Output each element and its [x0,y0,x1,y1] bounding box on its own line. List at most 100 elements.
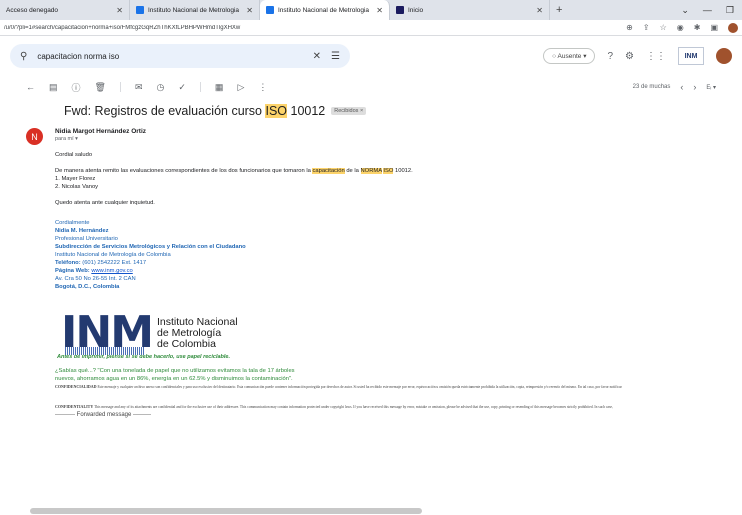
close-tab-icon[interactable]: ✕ [536,6,543,15]
search-input[interactable]: capacitacion norma iso [37,52,302,61]
search-options-icon[interactable]: ☰ [331,51,340,62]
browser-tab-bar: Acceso denegado ✕ Instituto Nacional de … [0,0,742,20]
message-toolbar: ← ▤ ⓘ 🗑 ✉ ◷ ✓ ▦ ▷ ⋮ 23 de muchas ‹ › Eᵢ … [0,76,742,98]
tab-title: Instituto Nacional de Metrologia [278,6,370,14]
subject-prefix: Fwd: Registros de evaluación curso [64,104,266,118]
status-dropdown[interactable]: ○ Ausente ▾ [543,48,596,64]
highlight-term: capacitación [312,168,345,174]
intro-paragraph: De manera atenta remito las evaluaciones… [55,167,726,175]
divider [199,82,201,92]
zoom-icon[interactable]: ⊕ [626,23,633,32]
sender-header: N Nidia Margot Hernández Ortiz para mí ▾ [26,128,742,145]
tab-title: Inicio [408,6,424,14]
sig-web-line: Página Web: www.inm.gov.co [55,267,726,275]
sender-info: Nidia Margot Hernández Ortiz para mí ▾ [55,128,146,145]
help-icon[interactable]: ? [607,51,613,62]
sig-institute: Instituto Nacional de Metrología de Colo… [55,252,171,258]
confidentiality-es: CONFIDENCIALIDAD Este mensaje y cualquie… [55,383,742,391]
restore-icon[interactable]: ❐ [726,5,734,16]
prev-icon[interactable]: ‹ [680,82,683,92]
sig-role: Profesional Universitario [55,236,118,242]
delete-icon[interactable]: 🗑 [95,82,106,93]
puzzle-icon[interactable]: ✱ [694,23,701,32]
browser-tab[interactable]: Inicio ✕ [390,0,550,20]
next-icon[interactable]: › [693,82,696,92]
label-text: Recibidos [334,108,359,114]
back-arrow-icon[interactable]: ← [26,82,35,92]
share-icon[interactable]: ⇪ [643,23,650,32]
horizontal-scrollbar[interactable] [30,508,422,514]
favicon-icon [136,6,144,14]
inbox-label-badge[interactable]: Recibidos × [331,107,367,115]
sig-phone-label: Teléfono: [55,260,81,266]
archive-icon[interactable]: ▤ [49,82,58,93]
browser-tab-active[interactable]: Instituto Nacional de Metrologia ✕ [260,0,390,20]
divider [119,82,121,92]
sidepanel-icon[interactable]: ▣ [710,23,718,32]
extension-icon[interactable]: ◉ [677,23,684,32]
profile-avatar[interactable] [728,22,738,33]
eco-text: ¿Sabías qué...? "Con una tonelada de pap… [55,367,726,383]
url-input[interactable]: /u/0/?pli=1#search/capacitacion+norma+is… [4,25,626,31]
header-actions: ○ Ausente ▾ ? ⚙ ⋮⋮ INM [543,47,732,65]
sig-phone-line: Teléfono: (601) 2542222 Ext. 1417 [55,259,726,267]
sig-phone: (601) 2542222 Ext. 1417 [80,260,147,266]
logo-line: de Colombia [156,338,216,350]
add-task-icon[interactable]: ✓ [178,82,186,93]
input-tools-icon[interactable]: Eᵢ ▾ [706,84,716,91]
tab-title: Acceso denegado [6,6,59,14]
sender-avatar[interactable]: N [26,128,43,145]
greeting: Cordial saludo [55,152,93,158]
subject-title: Fwd: Registros de evaluación curso ISO 1… [64,104,325,118]
sender-name[interactable]: Nidia Margot Hernández Ortiz [55,128,146,135]
list-item: 1. Mayer Florez [55,176,96,182]
eco-line: ¿Sabías qué...? "Con una tonelada de pap… [55,368,295,374]
snooze-icon[interactable]: ◷ [157,82,165,93]
new-tab-icon[interactable]: + [550,0,568,20]
org-logo[interactable]: INM [678,47,704,65]
settings-gear-icon[interactable]: ⚙ [625,51,634,62]
sig-department: Subdirección de Servicios Metrológicos y… [55,244,246,250]
sig-web-label: Página Web: [55,268,90,274]
browser-tab[interactable]: Acceso denegado ✕ [0,0,130,20]
inm-logo: INM Instituto Nacional de Metrología de … [55,311,726,355]
label-icon[interactable]: ▷ [237,82,244,93]
pager: 23 de muchas ‹ › Eᵢ ▾ [633,82,716,92]
search-icon[interactable]: ⚲ [20,51,27,62]
close-tab-icon[interactable]: ✕ [246,6,253,15]
sig-city: Bogotá, D.C., Colombia [55,284,120,290]
close-tab-icon[interactable]: ✕ [116,6,123,15]
eco-line: nuevos, ahorramos agua en un 86%, energí… [55,376,293,382]
address-bar-icons: ⊕ ⇪ ☆ ◉ ✱ ▣ [626,22,738,33]
recipient-dropdown[interactable]: para mí ▾ [55,136,146,142]
account-avatar[interactable] [716,48,732,64]
close-tab-icon[interactable]: ✕ [376,6,383,15]
conf-label: CONFIDENTIALITY [55,404,94,409]
sig-name: Nidia M. Hernández [55,228,109,234]
browser-tab[interactable]: Instituto Nacional de Metrologia ✕ [130,0,260,20]
subject-highlight: ISO [265,104,288,118]
subject-line: Fwd: Registros de evaluación curso ISO 1… [26,104,742,118]
clear-search-icon[interactable]: ✕ [313,51,321,62]
apps-grid-icon[interactable]: ⋮⋮ [646,51,666,62]
message-body: Cordial saludo De manera atenta remito l… [26,145,726,419]
move-to-icon[interactable]: ▦ [215,82,224,93]
search-box[interactable]: ⚲ capacitacion norma iso ✕ ☰ [10,44,350,68]
logo-bars [65,347,145,355]
recipient-text: para mí [55,136,74,142]
intro-text: de la [344,168,361,174]
star-icon[interactable]: ☆ [660,23,667,32]
report-spam-icon[interactable]: ⓘ [72,81,81,94]
address-bar: /u/0/?pli=1#search/capacitacion+norma+is… [0,20,742,36]
sig-web-link[interactable]: www.inm.gov.co [91,268,132,274]
favicon-icon [266,6,274,14]
signature-block: Cordialmente Nidia M. Hernández Profesio… [55,219,726,291]
mark-unread-icon[interactable]: ✉ [135,82,143,93]
minimize-icon[interactable]: — [703,5,712,15]
chevron-down-icon[interactable]: ⌄ [681,5,689,16]
highlight-term: ISO [383,168,394,174]
sig-cordially: Cordialmente [55,220,90,226]
message-view: Fwd: Registros de evaluación curso ISO 1… [0,104,742,419]
more-vert-icon[interactable]: ⋮ [258,82,267,93]
gmail-header: ⚲ capacitacion norma iso ✕ ☰ ○ Ausente ▾… [0,36,742,76]
